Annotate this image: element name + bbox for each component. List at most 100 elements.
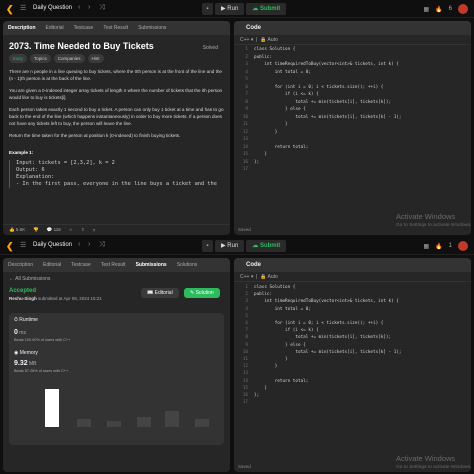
companies-chip[interactable]: Companies — [53, 54, 85, 63]
next-icon[interactable]: › — [88, 241, 90, 248]
line-number: 14 — [242, 378, 248, 384]
code-line[interactable]: }; — [254, 393, 259, 399]
code-line[interactable]: } — [254, 386, 267, 392]
submit-button[interactable]: ☁ Submit — [246, 3, 287, 15]
auto-label[interactable]: Auto — [268, 37, 278, 43]
tab-submissions[interactable]: Submissions — [131, 258, 172, 272]
dislike-icon[interactable]: 👎 — [33, 227, 39, 233]
editorial-button[interactable]: 📖 Editorial — [141, 288, 179, 298]
distribution-bar[interactable] — [165, 411, 179, 427]
code-line[interactable]: if (i <= k) { — [254, 328, 319, 334]
code-line[interactable]: public: — [254, 292, 272, 298]
tab-solutions[interactable]: Solutions — [172, 258, 203, 272]
comments-button[interactable]: 💬 118 — [47, 227, 61, 233]
list-icon[interactable]: ☰ — [20, 4, 26, 12]
submit-button[interactable]: ☁ Submit — [246, 240, 287, 252]
distribution-bar[interactable] — [195, 419, 209, 427]
tab-editorial[interactable]: Editorial — [41, 21, 69, 35]
comment-count: 118 — [53, 227, 61, 232]
star-icon[interactable]: ☆ — [69, 227, 73, 233]
next-icon[interactable]: › — [88, 4, 90, 11]
hint-chip[interactable]: Hint — [87, 54, 104, 63]
tab-testcase[interactable]: Testcase — [69, 21, 99, 35]
tab-test-result[interactable]: Test Result — [96, 258, 131, 272]
memory-heading[interactable]: ◉ Memory — [14, 350, 219, 356]
streak-count: 1 — [448, 243, 452, 249]
layout-icon[interactable]: ▦ — [424, 243, 430, 250]
code-line[interactable]: for (int i = 0; i < tickets.size(); ++i)… — [254, 321, 384, 327]
code-line[interactable]: int timeRequiredToBuy(vector<int>& ticke… — [254, 299, 399, 305]
distribution-bar[interactable] — [107, 421, 121, 427]
daily-question-label[interactable]: Daily Question — [33, 5, 72, 11]
code-line[interactable]: } — [254, 122, 288, 128]
tab-description[interactable]: Description — [3, 258, 38, 272]
leetcode-logo-icon[interactable]: ❮ — [6, 4, 15, 14]
line-number: 15 — [242, 152, 248, 157]
tab-submissions[interactable]: Submissions — [133, 21, 171, 35]
like-button[interactable]: 👍 5.5K — [9, 227, 25, 233]
code-line[interactable]: total += min(tickets[i], tickets[k]); — [254, 100, 391, 106]
runtime-heading[interactable]: ⏱ Runtime — [14, 317, 219, 323]
code-line[interactable]: int total = 0; — [254, 70, 311, 76]
all-submissions-link[interactable]: ← All Submissions — [3, 272, 230, 286]
shuffle-icon[interactable]: ⤨ — [99, 241, 105, 249]
memory-unit: MB — [29, 361, 37, 367]
code-line[interactable]: total += min(tickets[i], tickets[k] - 1)… — [254, 350, 401, 356]
code-line[interactable]: total += min(tickets[i], tickets[k]); — [254, 335, 391, 341]
username[interactable]: Reshu-Singh — [9, 296, 37, 301]
share-icon[interactable]: ⇪ — [81, 227, 85, 233]
code-line[interactable]: int total = 0; — [254, 307, 311, 313]
auto-label[interactable]: Auto — [268, 274, 278, 280]
line-number: 3 — [245, 62, 248, 67]
solution-button[interactable]: ✎ Solution — [184, 288, 220, 298]
avatar[interactable] — [458, 241, 468, 251]
code-line[interactable]: total += min(tickets[i], tickets[k] - 1)… — [254, 115, 401, 121]
topics-chip[interactable]: Topics — [30, 54, 51, 63]
layout-icon[interactable]: ▦ — [424, 6, 430, 13]
code-line[interactable]: } — [254, 357, 288, 363]
debug-icon[interactable]: ▪ — [202, 240, 213, 252]
code-line[interactable]: class Solution { — [254, 47, 295, 53]
code-line[interactable]: class Solution { — [254, 285, 295, 291]
code-line[interactable]: } else { — [254, 343, 306, 349]
run-button[interactable]: ▶ Run — [215, 3, 245, 15]
code-line[interactable]: if (i <= k) { — [254, 92, 319, 98]
line-number: 6 — [245, 84, 248, 90]
line-number: 1 — [245, 285, 248, 290]
distribution-bar[interactable] — [137, 417, 151, 427]
description-p1: There are n people in a line queuing to … — [9, 69, 222, 81]
prev-icon[interactable]: ‹ — [78, 4, 80, 11]
tab-description[interactable]: Description — [3, 21, 41, 35]
tab-testcase[interactable]: Testcase — [66, 258, 96, 272]
code-line[interactable]: int timeRequiredToBuy(vector<int>& ticke… — [254, 62, 399, 68]
distribution-bar-selected[interactable] — [45, 389, 59, 427]
help-icon[interactable]: ? — [93, 228, 96, 233]
code-line[interactable]: return total; — [254, 379, 309, 385]
debug-icon[interactable]: ▪ — [202, 3, 213, 15]
code-line[interactable]: } — [254, 364, 278, 370]
submitted-at: submitted at Apr 09, 2024 15:21 — [38, 296, 102, 301]
list-icon[interactable]: ☰ — [20, 241, 26, 249]
code-line[interactable]: } — [254, 152, 267, 158]
code-line[interactable]: }; — [254, 160, 259, 166]
streak-icon[interactable]: 🔥 — [435, 243, 442, 250]
daily-question-label[interactable]: Daily Question — [33, 242, 72, 248]
code-line[interactable]: public: — [254, 55, 272, 61]
language-select[interactable]: C++ — [240, 274, 249, 280]
code-line[interactable]: } else { — [254, 107, 306, 113]
prev-icon[interactable]: ‹ — [78, 241, 80, 248]
code-line[interactable]: } — [254, 130, 278, 136]
language-select[interactable]: C++ — [240, 37, 249, 43]
run-button[interactable]: ▶ Run — [215, 240, 245, 252]
code-line[interactable]: return total; — [254, 145, 309, 151]
leetcode-logo-icon[interactable]: ❮ — [6, 241, 15, 251]
distribution-bar[interactable] — [77, 419, 91, 427]
code-line[interactable]: for (int i = 0; i < tickets.size(); ++i)… — [254, 85, 384, 91]
description-panel: Description Editorial Testcase Test Resu… — [3, 21, 230, 235]
tab-editorial[interactable]: Editorial — [38, 258, 66, 272]
streak-icon[interactable]: 🔥 — [435, 6, 442, 13]
tab-test-result[interactable]: Test Result — [98, 21, 133, 35]
shuffle-icon[interactable]: ⤨ — [99, 4, 105, 12]
avatar[interactable] — [458, 4, 468, 14]
line-number: 8 — [245, 99, 248, 105]
